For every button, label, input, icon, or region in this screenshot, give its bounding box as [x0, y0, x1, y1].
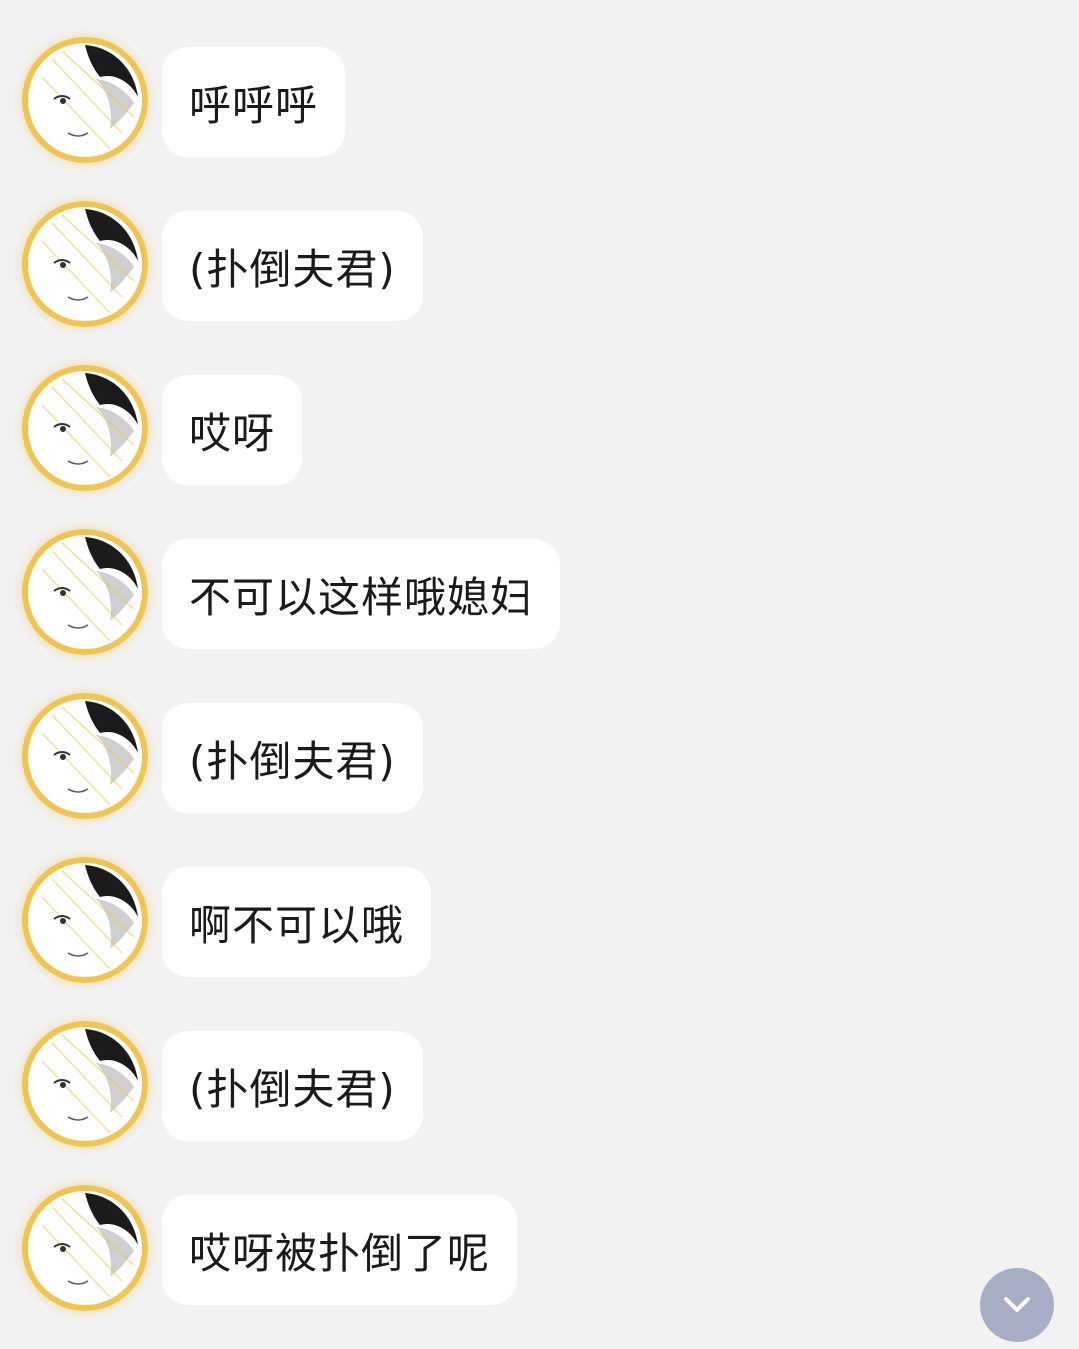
message-row: 不可以这样哦媳妇 [0, 529, 1079, 655]
message-row: 啊不可以哦 [0, 857, 1079, 983]
message-bubble[interactable]: 啊不可以哦 [162, 867, 432, 977]
message-bubble[interactable]: 哎呀 [162, 375, 303, 485]
anime-character-avatar-icon [22, 529, 148, 655]
anime-character-avatar-icon [22, 693, 148, 819]
message-bubble[interactable]: 不可以这样哦媳妇 [162, 539, 561, 649]
message-row: (扑倒夫君) [0, 1021, 1079, 1147]
chat-message-list: 呼呼呼 (扑倒夫君) 哎呀 不可以这样哦媳妇 (扑倒夫君) 啊不可以哦 (扑倒夫… [0, 0, 1079, 1349]
message-text: (扑倒夫君) [189, 244, 396, 294]
anime-character-avatar-icon [22, 1185, 148, 1311]
message-bubble[interactable]: (扑倒夫君) [162, 211, 423, 321]
message-row: 呼呼呼 [0, 37, 1079, 163]
sender-avatar[interactable] [22, 1021, 148, 1147]
anime-character-avatar-icon [22, 365, 148, 491]
sender-avatar[interactable] [22, 529, 148, 655]
message-row: (扑倒夫君) [0, 693, 1079, 819]
sender-avatar[interactable] [22, 37, 148, 163]
chevron-down-icon [1004, 1297, 1030, 1312]
sender-avatar[interactable] [22, 857, 148, 983]
message-text: 不可以这样哦媳妇 [189, 572, 534, 622]
message-text: (扑倒夫君) [189, 736, 396, 786]
sender-avatar[interactable] [22, 365, 148, 491]
message-bubble[interactable]: 哎呀被扑倒了呢 [162, 1195, 518, 1305]
sender-avatar[interactable] [22, 201, 148, 327]
message-text: 哎呀被扑倒了呢 [189, 1228, 491, 1278]
message-text: 啊不可以哦 [189, 900, 405, 950]
message-bubble[interactable]: 呼呼呼 [162, 47, 346, 157]
message-bubble[interactable]: (扑倒夫君) [162, 1031, 423, 1141]
message-text: 哎呀 [189, 408, 276, 458]
sender-avatar[interactable] [22, 693, 148, 819]
scroll-to-bottom-button[interactable] [980, 1268, 1054, 1342]
anime-character-avatar-icon [22, 201, 148, 327]
anime-character-avatar-icon [22, 857, 148, 983]
message-row: (扑倒夫君) [0, 201, 1079, 327]
sender-avatar[interactable] [22, 1185, 148, 1311]
message-text: (扑倒夫君) [189, 1064, 396, 1114]
message-row: 哎呀 [0, 365, 1079, 491]
message-row: 哎呀被扑倒了呢 [0, 1185, 1079, 1311]
anime-character-avatar-icon [22, 37, 148, 163]
anime-character-avatar-icon [22, 1021, 148, 1147]
message-text: 呼呼呼 [189, 80, 319, 130]
message-bubble[interactable]: (扑倒夫君) [162, 703, 423, 813]
